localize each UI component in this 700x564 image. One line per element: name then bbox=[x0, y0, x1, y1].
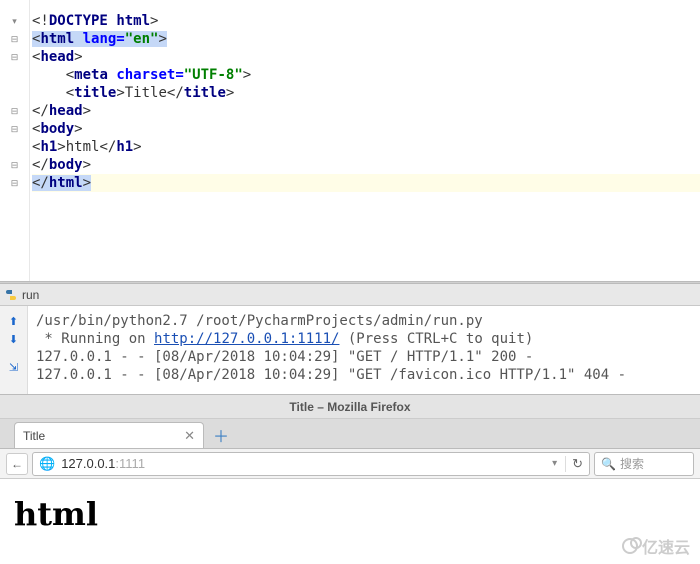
fold-marker[interactable]: ⊟ bbox=[0, 102, 29, 120]
fold-marker[interactable]: ⊟ bbox=[0, 174, 29, 192]
url-host: 127.0.0.1 bbox=[61, 456, 115, 471]
editor-gutter: ▾ ⊟ ⊟ ⊟ ⊟ ⊟ ⊟ bbox=[0, 0, 30, 281]
plus-icon: ＋ bbox=[213, 423, 229, 447]
console-line: * Running on http://127.0.0.1:1111/ (Pre… bbox=[36, 331, 533, 347]
fold-marker[interactable]: ⊟ bbox=[0, 120, 29, 138]
url-port: :1111 bbox=[115, 456, 145, 471]
head-open-tag: head bbox=[40, 49, 74, 65]
search-input[interactable]: 🔍 搜索 bbox=[594, 452, 694, 476]
python-icon bbox=[4, 288, 18, 302]
head-close-tag: head bbox=[49, 103, 83, 119]
h1-open-tag: h1 bbox=[40, 139, 57, 155]
code-area[interactable]: <!DOCTYPE html> <html lang="en"> <head> … bbox=[30, 0, 700, 281]
page-heading: html bbox=[14, 495, 686, 533]
body-open-tag: body bbox=[40, 121, 74, 137]
back-button[interactable]: ← bbox=[6, 453, 28, 475]
charset-val: "UTF-8" bbox=[184, 67, 243, 83]
server-url-link[interactable]: http://127.0.0.1:1111/ bbox=[154, 331, 339, 347]
fold-marker[interactable]: ⊟ bbox=[0, 156, 29, 174]
search-placeholder: 搜索 bbox=[620, 455, 644, 472]
browser-titlebar[interactable]: Title – Mozilla Firefox bbox=[0, 395, 700, 419]
globe-icon: 🌐 bbox=[39, 456, 55, 472]
watermark: 亿速云 bbox=[622, 534, 690, 558]
tab-title: Title bbox=[23, 429, 45, 443]
watermark-text: 亿速云 bbox=[642, 534, 690, 558]
body-close-tag: body bbox=[49, 157, 83, 173]
close-icon[interactable]: ✕ bbox=[184, 428, 195, 444]
search-icon: 🔍 bbox=[601, 457, 616, 471]
new-tab-button[interactable]: ＋ bbox=[210, 424, 232, 446]
html-open-tag: html bbox=[40, 31, 74, 47]
scroll-down-button[interactable]: ⬇ bbox=[0, 330, 27, 348]
run-label: run bbox=[22, 288, 39, 302]
code-editor[interactable]: ▾ ⊟ ⊟ ⊟ ⊟ ⊟ ⊟ <!DOCTYPE html> <html lang… bbox=[0, 0, 700, 281]
run-tool-header[interactable]: run bbox=[0, 284, 700, 306]
reload-icon[interactable]: ↻ bbox=[565, 456, 583, 472]
browser-tabstrip: Title ✕ ＋ bbox=[0, 419, 700, 449]
title-text: Title bbox=[125, 85, 167, 101]
lang-attr: lang= bbox=[83, 31, 125, 47]
doctype-keyword: DOCTYPE bbox=[49, 13, 108, 29]
console-output[interactable]: /usr/bin/python2.7 /root/PycharmProjects… bbox=[28, 306, 700, 394]
h1-close-tag: h1 bbox=[116, 139, 133, 155]
fold-marker[interactable]: ⊟ bbox=[0, 30, 29, 48]
watermark-icon bbox=[622, 538, 638, 554]
browser-navbar: ← 🌐 127.0.0.1:1111 ▾ ↻ 🔍 搜索 bbox=[0, 449, 700, 479]
scroll-up-button[interactable]: ⬆ bbox=[0, 312, 27, 330]
soft-wrap-button[interactable]: ⇲ bbox=[0, 358, 27, 376]
fold-marker[interactable]: ⊟ bbox=[0, 48, 29, 66]
title-open-tag: title bbox=[74, 85, 116, 101]
title-close-tag: title bbox=[184, 85, 226, 101]
doctype-html: html bbox=[116, 13, 150, 29]
browser-window: Title – Mozilla Firefox Title ✕ ＋ ← 🌐 12… bbox=[0, 394, 700, 564]
browser-tab[interactable]: Title ✕ bbox=[14, 422, 204, 448]
console-line: 127.0.0.1 - - [08/Apr/2018 10:04:29] "GE… bbox=[36, 367, 626, 383]
console-toolbar: ⬆ ⬇ ⇲ bbox=[0, 306, 28, 394]
html-close-tag: html bbox=[49, 175, 83, 191]
browser-viewport[interactable]: html bbox=[0, 479, 700, 549]
console-panel: ⬆ ⬇ ⇲ /usr/bin/python2.7 /root/PycharmPr… bbox=[0, 306, 700, 394]
console-line: /usr/bin/python2.7 /root/PycharmProjects… bbox=[36, 313, 483, 329]
chevron-down-icon[interactable]: ▾ bbox=[548, 458, 561, 469]
arrow-left-icon: ← bbox=[11, 457, 23, 471]
lang-val: "en" bbox=[125, 31, 159, 47]
charset-attr: charset= bbox=[116, 67, 183, 83]
browser-title-text: Title – Mozilla Firefox bbox=[289, 400, 410, 414]
console-line: 127.0.0.1 - - [08/Apr/2018 10:04:29] "GE… bbox=[36, 349, 533, 365]
fold-marker[interactable]: ▾ bbox=[0, 12, 29, 30]
meta-tag: meta bbox=[74, 67, 108, 83]
h1-text: html bbox=[66, 139, 100, 155]
url-bar[interactable]: 🌐 127.0.0.1:1111 ▾ ↻ bbox=[32, 452, 590, 476]
